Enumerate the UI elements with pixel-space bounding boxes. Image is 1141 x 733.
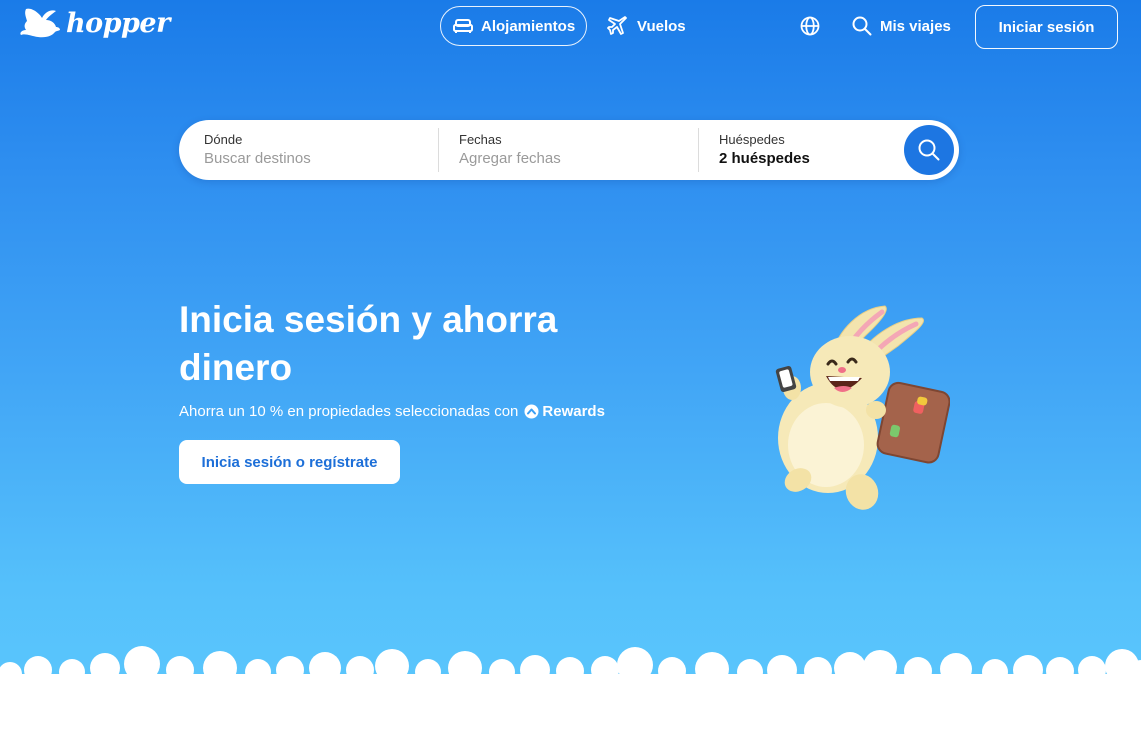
search-icon: [852, 16, 872, 36]
bed-icon: [453, 19, 473, 33]
rewards-icon: [524, 404, 539, 419]
plane-icon: [607, 16, 627, 35]
search-bar: Dónde Buscar destinos Fechas Agregar fec…: [179, 120, 959, 180]
my-trips-link[interactable]: Mis viajes: [852, 6, 951, 46]
bunny-logo-icon: [20, 8, 60, 38]
guests-field[interactable]: Huéspedes 2 huéspedes: [719, 132, 889, 167]
promo-title: Inicia sesión y ahorra dinero: [179, 299, 558, 388]
search-button[interactable]: [904, 125, 954, 175]
language-button[interactable]: [800, 16, 820, 41]
brand-name: hopper: [66, 7, 170, 39]
where-input[interactable]: Buscar destinos: [204, 150, 434, 167]
signin-register-button[interactable]: Inicia sesión o regístrate: [179, 440, 400, 484]
field-divider: [438, 128, 439, 172]
my-trips-label: Mis viajes: [880, 17, 951, 35]
tab-flights[interactable]: Vuelos: [607, 6, 686, 46]
rewards-label: Rewards: [542, 403, 605, 420]
dates-field[interactable]: Fechas Agregar fechas: [459, 132, 689, 167]
search-icon: [918, 139, 940, 161]
where-label: Dónde: [204, 132, 243, 147]
guests-value[interactable]: 2 huéspedes: [719, 150, 889, 167]
cloud-border: [0, 646, 1141, 733]
dates-input[interactable]: Agregar fechas: [459, 150, 689, 167]
hopper-logo[interactable]: hopper: [18, 6, 170, 40]
promo-subtitle: Ahorra un 10 % en propiedades selecciona…: [179, 403, 605, 420]
tab-flights-label: Vuelos: [637, 17, 686, 35]
dates-label: Fechas: [459, 132, 502, 147]
globe-icon: [800, 16, 820, 36]
where-field[interactable]: Dónde Buscar destinos: [204, 132, 434, 167]
promo-subtitle-text: Ahorra un 10 % en propiedades selecciona…: [179, 403, 519, 420]
rewards-badge: Rewards: [524, 403, 605, 420]
signin-button[interactable]: Iniciar sesión: [975, 5, 1118, 49]
tab-stays-label: Alojamientos: [481, 17, 576, 35]
tab-stays[interactable]: Alojamientos: [440, 6, 587, 46]
guests-label: Huéspedes: [719, 132, 785, 147]
bunny-mascot: [775, 305, 950, 510]
field-divider: [698, 128, 699, 172]
